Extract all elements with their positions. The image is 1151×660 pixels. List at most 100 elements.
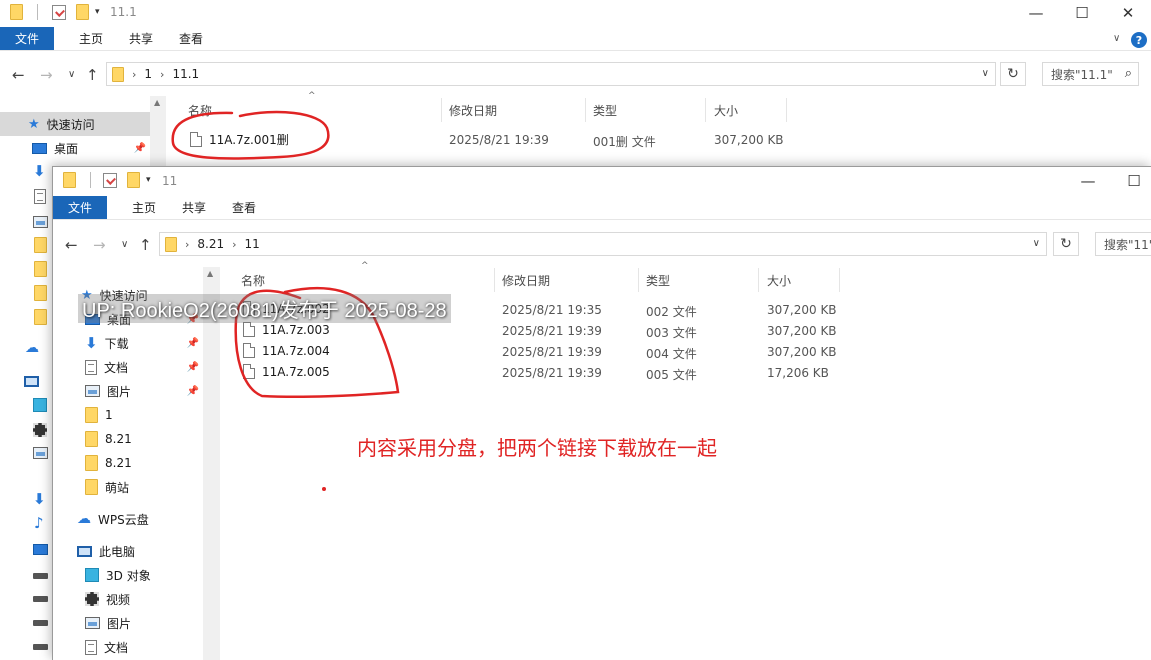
column-divider[interactable] [585, 98, 586, 122]
tab-view[interactable]: 查看 [166, 27, 216, 50]
nav-item[interactable]: 文档 [53, 635, 203, 659]
search-input[interactable]: 搜索"11.1" ⌕ [1042, 62, 1139, 86]
address-bar[interactable]: › 8.21 › 11 ∨ [159, 232, 1047, 256]
file-row[interactable]: 11A.7z.005 2025/8/21 19:39 005 文件 17,206 KB [227, 363, 847, 384]
column-size[interactable]: 大小 [767, 272, 791, 289]
download-icon: ⬇ [33, 490, 46, 508]
breadcrumb-segment[interactable]: 11.1 [172, 67, 199, 81]
folder-icon [112, 66, 124, 82]
chevron-down-icon[interactable]: ∨ [982, 68, 989, 79]
column-name[interactable]: 名称 [241, 272, 265, 289]
close-button[interactable]: ✕ [1105, 0, 1151, 26]
front-nav-scrollbar[interactable]: ▲ [203, 267, 219, 660]
tab-home[interactable]: 主页 [66, 27, 116, 50]
new-folder-icon[interactable] [76, 4, 89, 20]
properties-icon[interactable] [52, 4, 66, 20]
column-divider[interactable] [758, 268, 759, 292]
breadcrumb-segment[interactable]: 1 [144, 67, 152, 81]
up-arrow-icon[interactable]: ↑ [139, 236, 152, 254]
back-arrow-icon[interactable]: ← [65, 236, 78, 254]
search-icon[interactable]: ⌕ [1125, 66, 1132, 81]
pin-icon[interactable]: 📌 [187, 386, 199, 397]
recent-locations-icon[interactable]: ∨ [121, 239, 128, 250]
back-arrow-icon[interactable]: ← [12, 66, 25, 84]
file-size: 307,200 KB [767, 303, 837, 317]
nav-item-label: 文档 [104, 360, 129, 375]
toolbar-divider [37, 4, 38, 20]
nav-item[interactable]: 3D 对象 [53, 563, 203, 587]
tab-view[interactable]: 查看 [219, 196, 269, 219]
nav-item[interactable]: 8.21 [53, 451, 203, 475]
refresh-button[interactable]: ↻ [1000, 62, 1026, 86]
customize-toolbar-icon[interactable]: ▾ [95, 7, 100, 17]
up-arrow-icon[interactable]: ↑ [86, 66, 99, 84]
nav-item-label: 3D 对象 [106, 568, 151, 583]
star-icon: ★ [28, 116, 40, 132]
file-row[interactable]: 11A.7z.003 2025/8/21 19:39 003 文件 307,200 K… [227, 321, 847, 342]
window-title: 11.1 [110, 5, 137, 19]
nav-item-quick-access[interactable]: ★ 快速访问 [0, 112, 150, 136]
chevron-down-icon[interactable]: ∨ [1033, 238, 1040, 249]
column-divider[interactable] [494, 268, 495, 292]
search-placeholder: 搜索"11" [1104, 237, 1151, 252]
breadcrumb-segment[interactable]: 11 [245, 237, 260, 251]
new-folder-icon[interactable] [127, 172, 140, 188]
file-row[interactable]: 11A.7z.001删 2025/8/21 19:39 001删 文件 307,… [174, 130, 794, 151]
nav-item[interactable]: 1 [53, 403, 203, 427]
search-input[interactable]: 搜索"11" [1095, 232, 1151, 256]
nav-item-label: WPS云盘 [98, 512, 149, 527]
nav-item[interactable]: 8.21 [53, 427, 203, 451]
address-bar[interactable]: › 1 › 11.1 ∨ [106, 62, 996, 86]
nav-item[interactable]: 图片 [53, 611, 203, 635]
uploader-watermark: UP: RookieO2(26081)发布于 2025-08-28 [78, 294, 451, 323]
pin-icon[interactable]: 📌 [187, 362, 199, 373]
minimize-button[interactable]: — [1013, 0, 1059, 26]
nav-item[interactable]: ☁ WPS云盘 [53, 507, 203, 531]
nav-item[interactable]: 图片 📌 [53, 379, 203, 403]
column-divider[interactable] [441, 98, 442, 122]
scroll-up-icon[interactable]: ▲ [207, 269, 213, 278]
scroll-up-icon[interactable]: ▲ [154, 98, 160, 107]
help-icon[interactable]: ? [1131, 32, 1147, 48]
tab-file[interactable]: 文件 [0, 27, 55, 50]
column-divider[interactable] [638, 268, 639, 292]
tab-share[interactable]: 共享 [116, 27, 166, 50]
pin-icon[interactable]: 📌 [187, 338, 199, 349]
download-icon: ⬇ [85, 334, 98, 352]
file-size: 307,200 KB [767, 345, 837, 359]
nav-item-desktop[interactable]: 桌面 📌 [0, 136, 150, 160]
column-divider[interactable] [705, 98, 706, 122]
column-divider[interactable] [839, 268, 840, 292]
minimize-button[interactable]: — [1065, 168, 1111, 194]
properties-icon[interactable] [103, 172, 117, 188]
forward-arrow-icon[interactable]: → [93, 236, 106, 254]
refresh-button[interactable]: ↻ [1053, 232, 1079, 256]
column-modified[interactable]: 修改日期 [449, 102, 497, 119]
tab-share[interactable]: 共享 [169, 196, 219, 219]
tab-file[interactable]: 文件 [53, 196, 108, 219]
desktop-icon [33, 544, 48, 555]
column-modified[interactable]: 修改日期 [502, 272, 550, 289]
recent-locations-icon[interactable]: ∨ [68, 69, 75, 80]
nav-item[interactable]: 文档 📌 [53, 355, 203, 379]
tab-home[interactable]: 主页 [119, 196, 169, 219]
chevron-down-icon[interactable]: ∨ [1113, 33, 1120, 44]
column-name[interactable]: 名称 [188, 102, 212, 119]
column-type[interactable]: 类型 [646, 272, 670, 289]
file-size: 307,200 KB [714, 133, 784, 147]
forward-arrow-icon[interactable]: → [40, 66, 53, 84]
maximize-button[interactable]: ☐ [1111, 168, 1151, 194]
nav-item[interactable]: 视频 [53, 587, 203, 611]
maximize-button[interactable]: ☐ [1059, 0, 1105, 26]
nav-item[interactable]: 此电脑 [53, 539, 203, 563]
column-type[interactable]: 类型 [593, 102, 617, 119]
column-size[interactable]: 大小 [714, 102, 738, 119]
file-row[interactable]: 11A.7z.004 2025/8/21 19:39 004 文件 307,200 K… [227, 342, 847, 363]
pin-icon[interactable]: 📌 [134, 143, 146, 154]
nav-item[interactable]: 萌站 [53, 475, 203, 499]
nav-item[interactable]: ⬇ 下载 📌 [53, 331, 203, 355]
customize-toolbar-icon[interactable]: ▾ [146, 175, 151, 185]
breadcrumb-segment[interactable]: 8.21 [197, 237, 224, 251]
window-title: 11 [162, 174, 178, 188]
column-divider[interactable] [786, 98, 787, 122]
